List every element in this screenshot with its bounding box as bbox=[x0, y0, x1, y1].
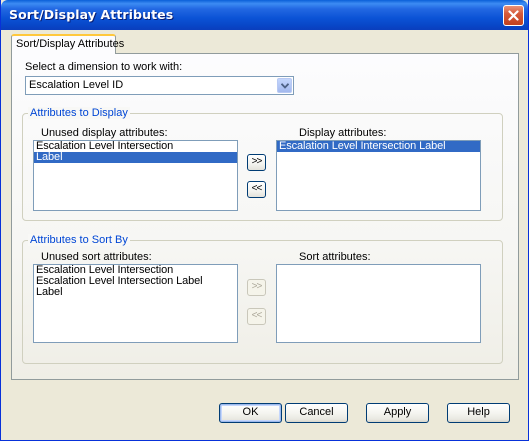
apply-button[interactable]: Apply bbox=[366, 403, 429, 423]
list-item[interactable]: Escalation Level Intersection Label bbox=[34, 276, 237, 287]
display-attributes-label: Display attributes: bbox=[299, 127, 387, 139]
cancel-button[interactable]: Cancel bbox=[285, 403, 348, 423]
remove-sort-button[interactable]: << bbox=[247, 308, 266, 325]
dimension-select[interactable]: Escalation Level ID bbox=[25, 76, 294, 95]
sort-attributes-list[interactable] bbox=[276, 264, 481, 343]
unused-display-list[interactable]: Escalation Level Intersection Label bbox=[33, 140, 238, 211]
ok-button[interactable]: OK bbox=[219, 403, 282, 423]
remove-display-button[interactable]: << bbox=[247, 181, 266, 198]
title-bar[interactable]: Sort/Display Attributes bbox=[1, 0, 528, 30]
list-item[interactable]: Escalation Level Intersection Label bbox=[277, 141, 480, 152]
sort-attributes-label: Sort attributes: bbox=[299, 251, 371, 263]
list-item[interactable]: Label bbox=[34, 152, 237, 163]
unused-sort-list[interactable]: Escalation Level Intersection Escalation… bbox=[33, 264, 238, 343]
unused-sort-label: Unused sort attributes: bbox=[41, 251, 152, 263]
dialog-window: Sort/Display Attributes Sort/Display Att… bbox=[0, 0, 529, 441]
unused-display-label: Unused display attributes: bbox=[41, 127, 168, 139]
window-title: Sort/Display Attributes bbox=[9, 7, 174, 22]
add-sort-button[interactable]: >> bbox=[247, 279, 266, 296]
close-button[interactable] bbox=[503, 5, 524, 26]
help-button[interactable]: Help bbox=[447, 403, 510, 423]
close-icon bbox=[508, 10, 519, 21]
list-item[interactable]: Escalation Level Intersection bbox=[34, 141, 237, 152]
dropdown-button[interactable] bbox=[277, 78, 292, 93]
tab-sort-display-attributes[interactable]: Sort/Display Attributes bbox=[11, 34, 124, 54]
display-group-title: Attributes to Display bbox=[28, 107, 130, 119]
tab-label: Sort/Display Attributes bbox=[16, 38, 125, 50]
sort-group-title: Attributes to Sort By bbox=[28, 234, 130, 246]
chevron-down-icon bbox=[281, 83, 289, 89]
add-display-button[interactable]: >> bbox=[247, 154, 266, 171]
display-attributes-list[interactable]: Escalation Level Intersection Label bbox=[276, 140, 481, 211]
dimension-label: Select a dimension to work with: bbox=[25, 61, 183, 73]
list-item[interactable]: Label bbox=[34, 287, 237, 298]
dimension-select-value: Escalation Level ID bbox=[29, 79, 124, 91]
